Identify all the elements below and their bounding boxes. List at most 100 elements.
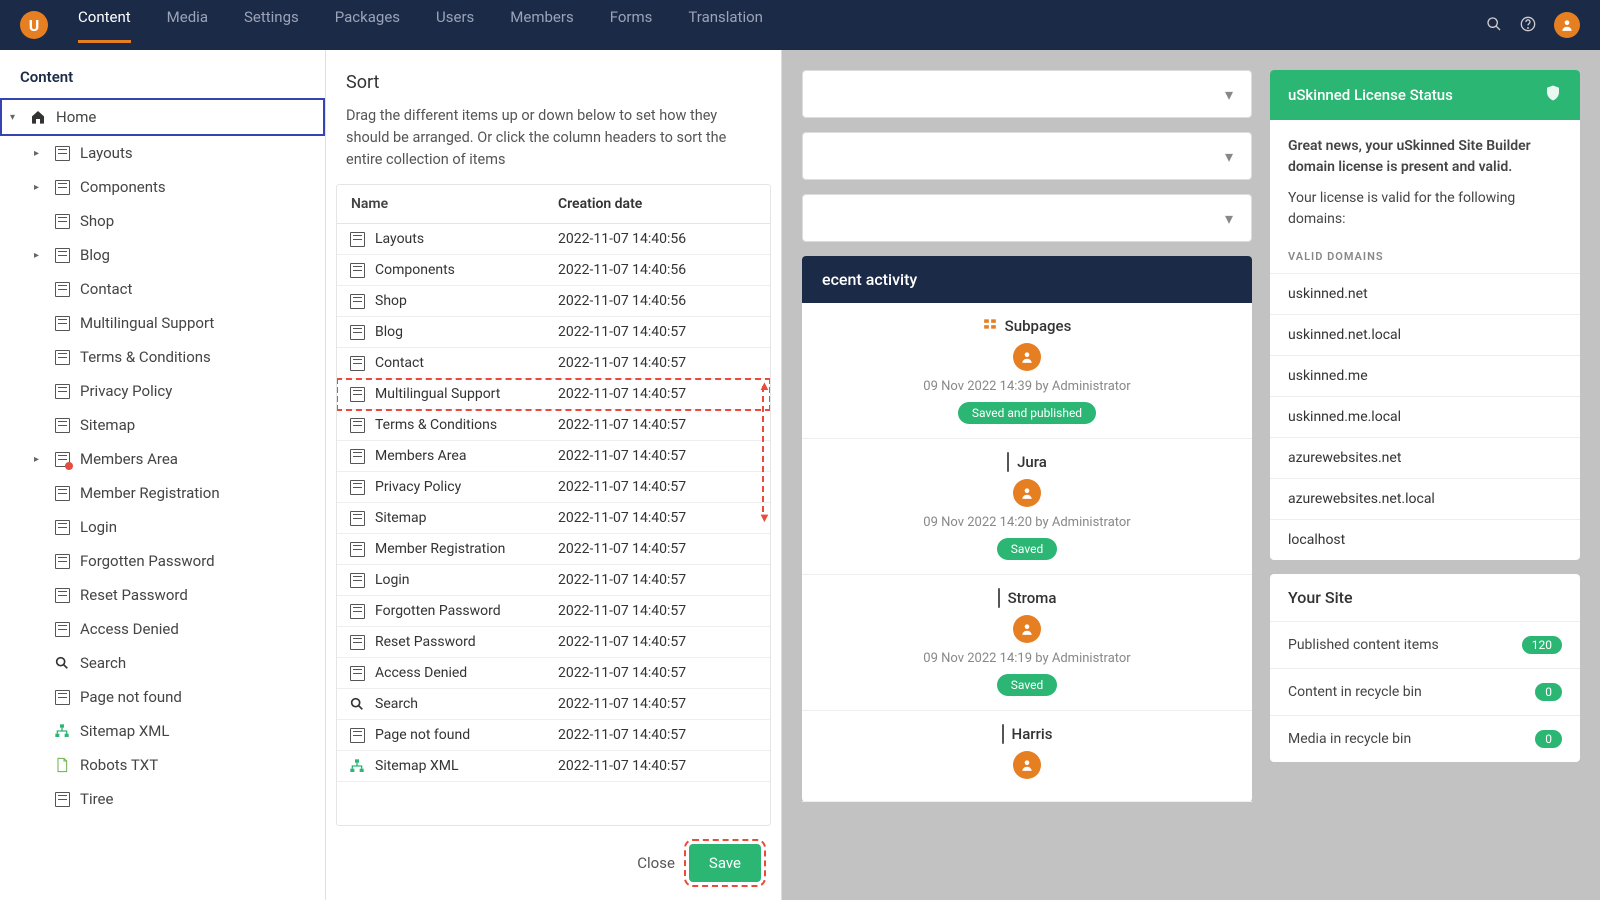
tree-item[interactable]: Page not found: [22, 680, 325, 714]
search-icon[interactable]: [1486, 13, 1502, 37]
sort-row[interactable]: Member Registration2022-11-07 14:40:57: [337, 534, 770, 565]
save-button[interactable]: Save: [689, 844, 761, 882]
doc-icon: [349, 448, 365, 464]
close-button[interactable]: Close: [637, 854, 675, 872]
sort-row[interactable]: Forgotten Password2022-11-07 14:40:57: [337, 596, 770, 627]
sort-row[interactable]: Login2022-11-07 14:40:57: [337, 565, 770, 596]
sort-row[interactable]: Search2022-11-07 14:40:57: [337, 689, 770, 720]
sort-row-name: Member Registration: [375, 541, 505, 557]
nav-item-packages[interactable]: Packages: [335, 8, 400, 43]
tree-item[interactable]: ▾ Home: [0, 98, 325, 136]
sort-row[interactable]: Blog2022-11-07 14:40:57: [337, 317, 770, 348]
column-header-name[interactable]: Name: [349, 196, 558, 212]
nav-item-content[interactable]: Content: [78, 8, 131, 43]
sort-row[interactable]: Components2022-11-07 14:40:56: [337, 255, 770, 286]
sort-row[interactable]: Members Area 2022-11-07 14:40:57: [337, 441, 770, 472]
sort-row-date: 2022-11-07 14:40:57: [558, 479, 758, 495]
tree-item[interactable]: Sitemap: [22, 408, 325, 442]
nav-item-forms[interactable]: Forms: [610, 8, 653, 43]
search-icon: [349, 696, 365, 712]
tree-item[interactable]: ▸Layouts: [22, 136, 325, 170]
sort-row[interactable]: Multilingual Support2022-11-07 14:40:57: [337, 379, 770, 410]
nav-item-media[interactable]: Media: [167, 8, 208, 43]
doc-lock-icon: [54, 451, 70, 467]
doc-icon: [54, 485, 70, 501]
expand-icon[interactable]: ▸: [34, 250, 44, 261]
nav-item-translation[interactable]: Translation: [688, 8, 763, 43]
doc-icon: [349, 262, 365, 278]
sort-row-name: Page not found: [375, 727, 470, 743]
sort-row-name: Terms & Conditions: [375, 417, 497, 433]
sort-row[interactable]: Sitemap2022-11-07 14:40:57: [337, 503, 770, 534]
tree-item[interactable]: Access Denied: [22, 612, 325, 646]
tree-item[interactable]: Sitemap XML: [22, 714, 325, 748]
sort-row[interactable]: Privacy Policy 2022-11-07 14:40:57: [337, 472, 770, 503]
sort-row[interactable]: Terms & Conditions2022-11-07 14:40:57: [337, 410, 770, 441]
expand-icon[interactable]: ▸: [34, 182, 44, 193]
nav-item-members[interactable]: Members: [510, 8, 573, 43]
sitemap-icon: [349, 758, 365, 774]
tree-label: Page not found: [80, 688, 182, 706]
expand-icon[interactable]: ▾: [10, 112, 20, 123]
tree-label: Forgotten Password: [80, 552, 215, 570]
tree-item[interactable]: ▸Blog: [22, 238, 325, 272]
tree-item[interactable]: Tiree: [22, 782, 325, 816]
drag-arrow-down-icon: ▼: [758, 510, 771, 526]
tree-item[interactable]: Forgotten Password: [22, 544, 325, 578]
doc-icon: [54, 383, 70, 399]
tree-label: Access Denied: [80, 620, 179, 638]
doc-icon: [54, 791, 70, 807]
sort-row[interactable]: Sitemap XML2022-11-07 14:40:57: [337, 751, 770, 782]
tree-label: Shop: [80, 212, 114, 230]
sidebar: Content ▾Home▸Layouts▸ComponentsShop▸Blo…: [0, 50, 326, 900]
sort-row-name: Members Area: [375, 448, 466, 464]
nav-item-settings[interactable]: Settings: [244, 8, 299, 43]
doc-icon: [54, 315, 70, 331]
sort-row-date: 2022-11-07 14:40:57: [558, 448, 758, 464]
nav: Content Media Settings Packages Users Members…: [78, 8, 763, 43]
tree-item[interactable]: Multilingual Support: [22, 306, 325, 340]
user-avatar[interactable]: [1554, 12, 1580, 38]
sort-row-name: Blog: [375, 324, 403, 340]
sort-row[interactable]: Contact2022-11-07 14:40:57: [337, 348, 770, 379]
doc-icon: [54, 213, 70, 229]
tree-label: Privacy Policy: [80, 382, 172, 400]
sort-row-name: Login: [375, 572, 410, 588]
tree-item[interactable]: ▸Components: [22, 170, 325, 204]
tree-item[interactable]: Contact: [22, 272, 325, 306]
sort-row-date: 2022-11-07 14:40:57: [558, 355, 758, 371]
tree-item[interactable]: Robots TXT: [22, 748, 325, 782]
doc-icon: [349, 541, 365, 557]
tree-item[interactable]: Shop: [22, 204, 325, 238]
sort-row[interactable]: Shop2022-11-07 14:40:56: [337, 286, 770, 317]
tree-item[interactable]: Privacy Policy: [22, 374, 325, 408]
doc-icon: [349, 665, 365, 681]
sort-row-name: Privacy Policy: [375, 479, 461, 495]
tree-label: Home: [56, 108, 96, 126]
doc-icon: [54, 689, 70, 705]
tree-item[interactable]: ▸ Members Area: [22, 442, 325, 476]
tree-item[interactable]: Terms & Conditions: [22, 340, 325, 374]
sort-row[interactable]: Layouts2022-11-07 14:40:56: [337, 224, 770, 255]
nav-item-users[interactable]: Users: [436, 8, 474, 43]
sort-row[interactable]: Page not found 2022-11-07 14:40:57: [337, 720, 770, 751]
expand-icon[interactable]: ▸: [34, 148, 44, 159]
column-header-date[interactable]: Creation date: [558, 196, 758, 212]
sort-row-date: 2022-11-07 14:40:57: [558, 727, 758, 743]
tree-label: Contact: [80, 280, 132, 298]
tree-label: Members Area: [80, 450, 178, 468]
app-logo[interactable]: U: [20, 11, 48, 39]
sort-row[interactable]: Access Denied2022-11-07 14:40:57: [337, 658, 770, 689]
sort-description: Drag the different items up or down belo…: [326, 105, 781, 184]
tree-item[interactable]: Member Registration: [22, 476, 325, 510]
tree-item[interactable]: Search: [22, 646, 325, 680]
sort-row[interactable]: Reset Password2022-11-07 14:40:57: [337, 627, 770, 658]
home-icon: [30, 109, 46, 125]
tree-item[interactable]: Login: [22, 510, 325, 544]
tree-item[interactable]: Reset Password: [22, 578, 325, 612]
topbar: U Content Media Settings Packages Users Membe…: [0, 0, 1600, 50]
help-icon[interactable]: [1520, 13, 1536, 37]
doc-icon: [349, 386, 365, 402]
sort-row-name: Reset Password: [375, 634, 476, 650]
expand-icon[interactable]: ▸: [34, 454, 44, 465]
